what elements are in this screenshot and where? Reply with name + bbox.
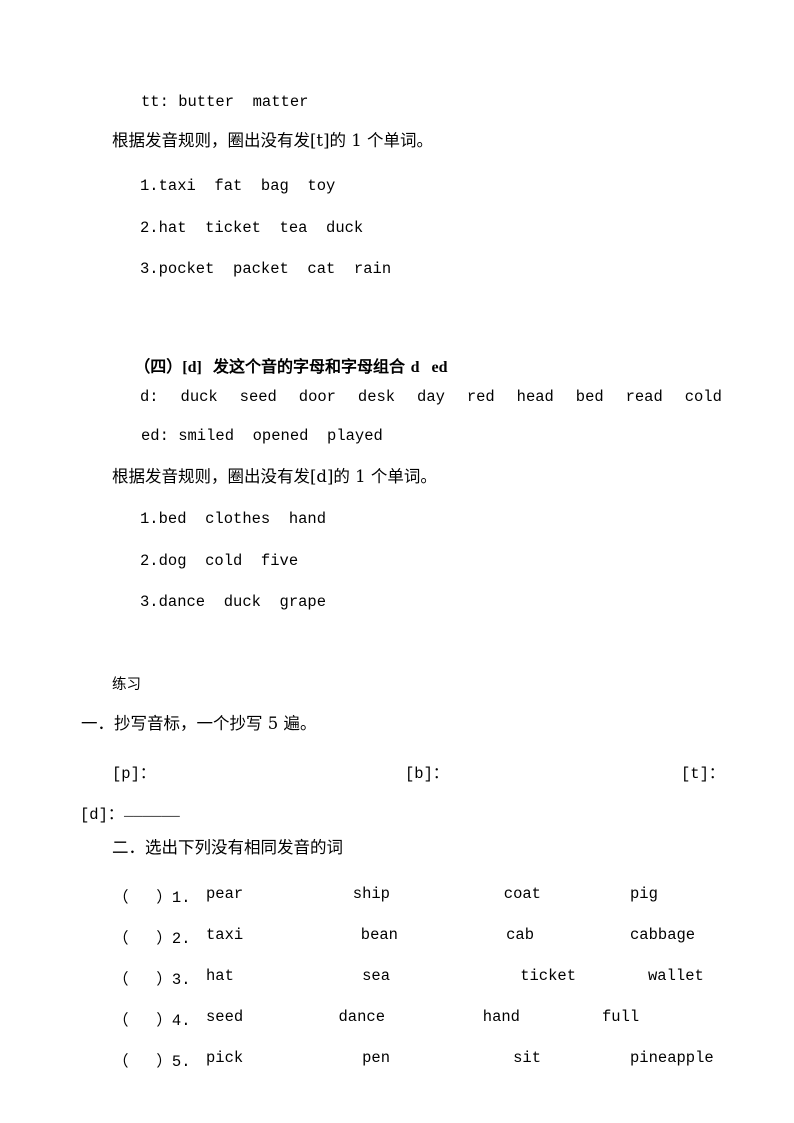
quiz-option-4[interactable]: full: [602, 1008, 639, 1026]
quiz-row[interactable]: （ ）4. seed dance hand full: [0, 1008, 794, 1030]
quiz-number: 3.: [171, 971, 191, 989]
d-word: day: [417, 388, 445, 406]
quiz-row[interactable]: （ ）3. hat sea ticket wallet: [0, 967, 794, 989]
quiz-number: 5.: [171, 1053, 191, 1071]
t-item-2: 2.hat ticket tea duck: [140, 219, 364, 237]
exercise-one-heading: 一．抄写音标，一个抄写 5 遍。: [81, 714, 317, 733]
tt-examples-line: tt: butter matter: [141, 93, 309, 111]
quiz-option-4[interactable]: pig: [630, 885, 658, 903]
quiz-option-4[interactable]: wallet: [648, 967, 704, 985]
quiz-row-lead[interactable]: （ ）5.: [113, 1049, 191, 1071]
quiz-option-3[interactable]: cab: [334, 926, 534, 944]
quiz-bracket[interactable]: （ ）: [113, 930, 172, 948]
quiz-number: 1.: [171, 889, 191, 907]
quiz-option-3[interactable]: coat: [341, 885, 541, 903]
d-item-1: 1.bed clothes hand: [140, 510, 327, 528]
ipa-slot-d: [d]：: [80, 806, 124, 824]
quiz-row[interactable]: （ ）1. pear ship coat pig: [0, 885, 794, 907]
d-item-3: 3.dance duck grape: [140, 593, 327, 611]
d-word: bed: [575, 388, 604, 406]
quiz-bracket[interactable]: （ ）: [113, 1053, 172, 1071]
quiz-bracket[interactable]: （ ）: [113, 1012, 172, 1030]
d-word: cold: [684, 388, 722, 406]
t-item-3: 3.pocket packet cat rain: [140, 260, 392, 278]
d-word: head: [516, 388, 554, 406]
d-item-2: 2.dog cold five: [140, 552, 299, 570]
quiz-row-lead[interactable]: （ ）2.: [113, 926, 191, 948]
section-d-heading: （四）[d] 发这个音的字母和字母组合 d ed: [112, 343, 447, 392]
section-d-heading-prefix: （四）: [134, 357, 183, 376]
t-instruction: 根据发音规则，圈出没有发[t]的 1 个单词。: [112, 131, 433, 150]
quiz-row-lead[interactable]: （ ）4.: [113, 1008, 191, 1030]
quiz-number: 2.: [171, 930, 191, 948]
quiz-option-3[interactable]: ticket: [376, 967, 576, 985]
d-word: desk: [357, 388, 396, 406]
quiz-row[interactable]: （ ）5. pick pen sit pineapple: [0, 1049, 794, 1071]
ed-examples-line: ed: smiled opened played: [141, 427, 383, 445]
quiz-bracket[interactable]: （ ）: [113, 889, 172, 907]
ipa-slot-d-blank: ______: [124, 802, 180, 820]
quiz-bracket[interactable]: （ ）: [113, 971, 172, 989]
d-word: door: [298, 388, 336, 406]
ipa-copy-row-d: [d]： ______: [0, 802, 794, 824]
d-words-row: d: duck seed door desk day red head bed …: [140, 388, 722, 406]
quiz-row-lead[interactable]: （ ）1.: [113, 885, 191, 907]
exercises-title: 练习: [112, 677, 141, 693]
ipa-slot-b: [b]：: [405, 765, 449, 783]
quiz-option-4[interactable]: pineapple: [630, 1049, 714, 1067]
ipa-copy-row: [p]： [b]： [t]：: [0, 761, 794, 783]
ipa-slot-p: [p]：: [112, 765, 156, 783]
section-d-heading-letters: d ed: [410, 359, 448, 376]
d-word: read: [625, 388, 663, 406]
d-instruction: 根据发音规则，圈出没有发[d]的 1 个单词。: [112, 467, 437, 486]
document-page: tt: butter matter 根据发音规则，圈出没有发[t]的 1 个单词…: [0, 0, 794, 1123]
quiz-option-4[interactable]: cabbage: [630, 926, 695, 944]
d-word: seed: [239, 388, 277, 406]
quiz-row-lead[interactable]: （ ）3.: [113, 967, 191, 989]
quiz-option-3[interactable]: hand: [320, 1008, 520, 1026]
exercise-two-heading: 二．选出下列没有相同发音的词: [112, 838, 343, 857]
quiz-option-3[interactable]: sit: [341, 1049, 541, 1067]
section-d-heading-ipa: [d]: [182, 359, 202, 376]
quiz-row[interactable]: （ ）2. taxi bean cab cabbage: [0, 926, 794, 948]
d-word: duck: [180, 388, 218, 406]
quiz-option-2[interactable]: sea: [190, 967, 390, 985]
ipa-slot-t: [t]：: [681, 765, 725, 783]
d-word: red: [466, 388, 495, 406]
section-d-heading-text: 发这个音的字母和字母组合: [201, 357, 411, 376]
t-item-1: 1.taxi fat bag toy: [140, 177, 336, 195]
d-label: d:: [140, 388, 159, 406]
